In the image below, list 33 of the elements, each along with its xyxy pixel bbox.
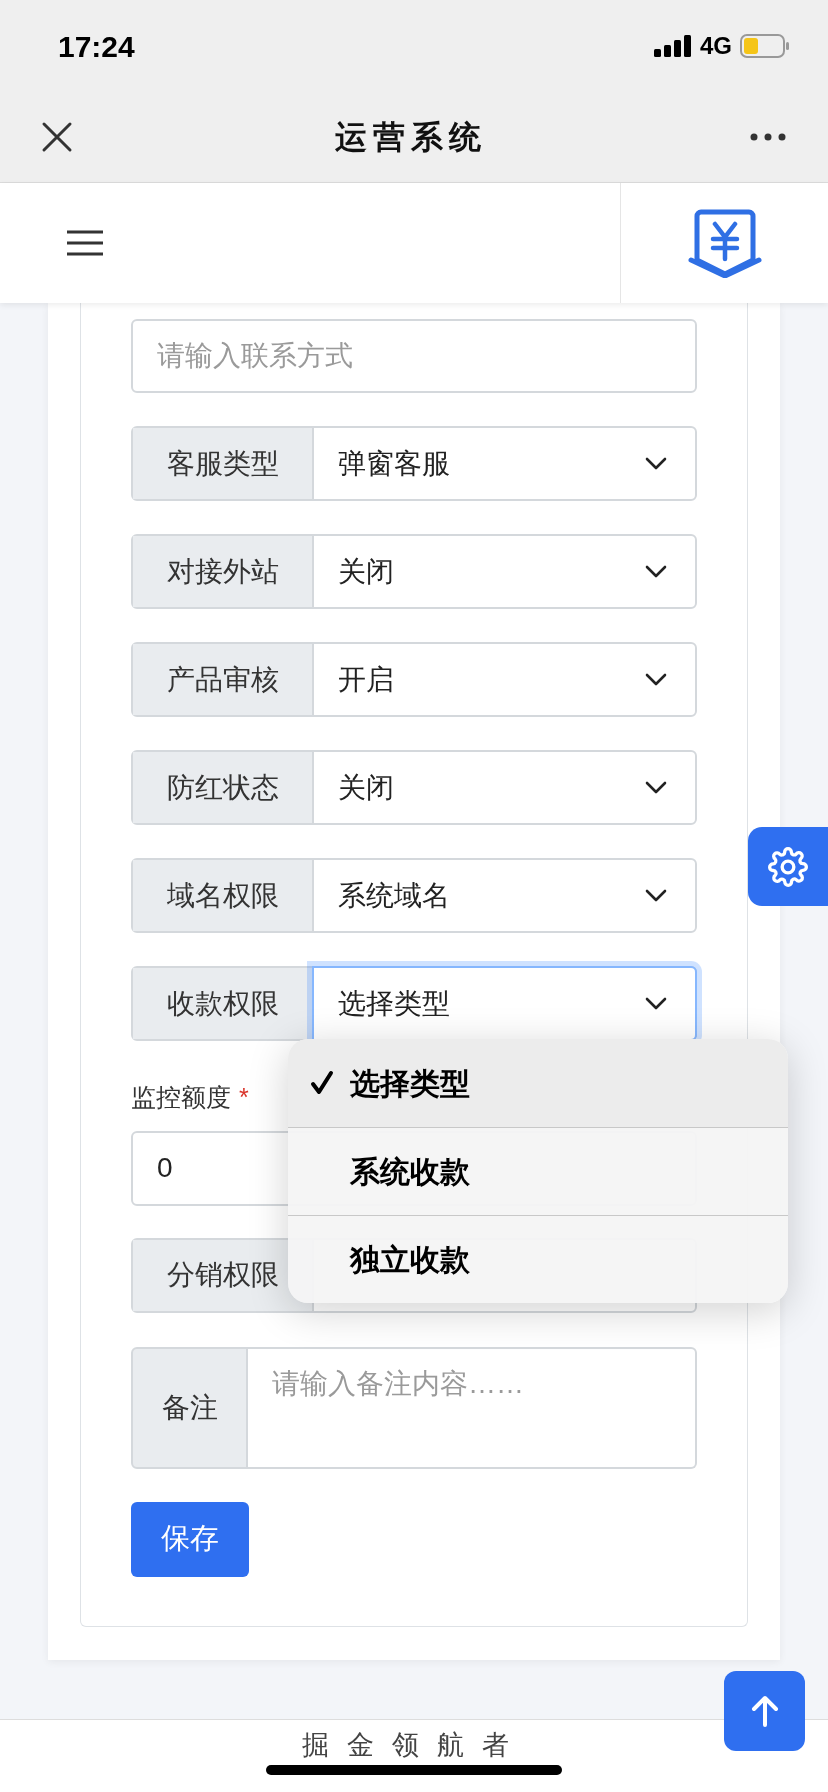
- dropdown-option[interactable]: 独立收款: [288, 1215, 788, 1303]
- select-value: 选择类型: [338, 986, 450, 1021]
- dropdown-option[interactable]: 选择类型: [288, 1039, 788, 1127]
- footer-text: 掘金领航者: [301, 1729, 527, 1762]
- more-icon: [750, 133, 786, 141]
- yuan-shield-logo-icon: [686, 208, 763, 278]
- contact-input-field[interactable]: 请输入联系方式: [131, 319, 697, 393]
- input-group-label: 备注: [131, 1346, 248, 1469]
- save-button[interactable]: 保存: [131, 1501, 249, 1577]
- settings-button[interactable]: [748, 827, 828, 906]
- status-time: 17:24: [58, 28, 135, 65]
- page-title: 运营系统: [335, 118, 487, 157]
- arrow-up-icon: [750, 1695, 779, 1727]
- input-group-label: 收款权限: [133, 968, 314, 1039]
- close-button[interactable]: [40, 120, 74, 154]
- signal-icon: [654, 35, 692, 57]
- dropdown-option[interactable]: 系统收款: [288, 1127, 788, 1215]
- required-mark: *: [239, 1082, 249, 1113]
- option-label: 系统收款: [350, 1154, 470, 1190]
- checkmark-icon: [310, 1070, 334, 1096]
- menu-icon: [66, 229, 104, 257]
- remark-input-field[interactable]: 请输入备注内容……: [248, 1346, 697, 1469]
- select-field[interactable]: 选择类型: [312, 966, 697, 1041]
- chevron-down-icon: [645, 996, 667, 1011]
- network-label: 4G: [700, 31, 732, 61]
- battery-icon: [740, 34, 790, 58]
- scroll-top-button[interactable]: [724, 1671, 805, 1751]
- option-label: 选择类型: [350, 1065, 470, 1102]
- close-icon: [41, 121, 73, 153]
- field-label: 监控额度: [131, 1082, 231, 1113]
- settings-icon: [768, 846, 808, 887]
- option-label: 独立收款: [350, 1242, 470, 1278]
- menu-button[interactable]: [66, 228, 104, 258]
